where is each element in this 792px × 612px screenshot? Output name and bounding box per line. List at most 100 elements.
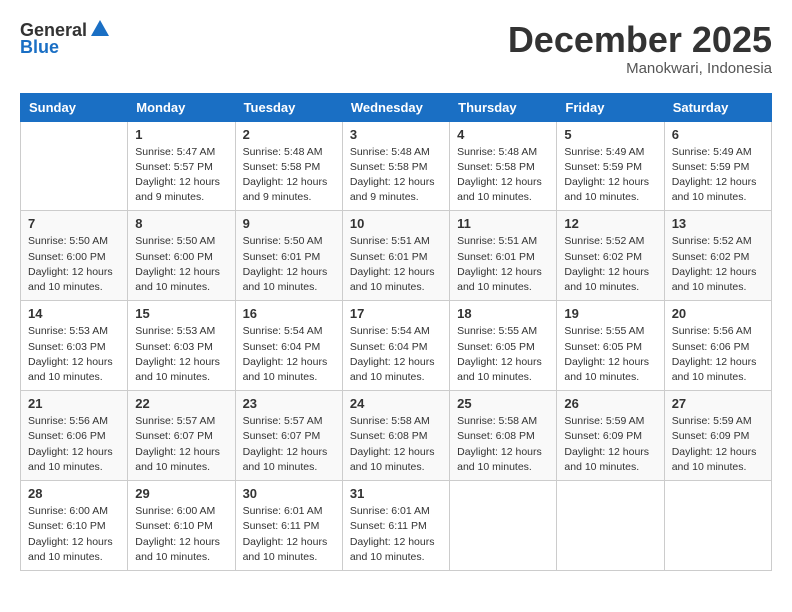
day-info: Sunrise: 5:48 AMSunset: 5:58 PMDaylight:… — [457, 145, 549, 206]
day-number: 8 — [135, 216, 227, 231]
day-info: Sunrise: 5:59 AMSunset: 6:09 PMDaylight:… — [672, 414, 764, 475]
day-info: Sunrise: 5:55 AMSunset: 6:05 PMDaylight:… — [564, 324, 656, 385]
weekday-header-monday: Monday — [128, 93, 235, 121]
day-number: 17 — [350, 306, 442, 321]
calendar-cell: 24 Sunrise: 5:58 AMSunset: 6:08 PMDayligh… — [342, 391, 449, 481]
calendar-cell: 30 Sunrise: 6:01 AMSunset: 6:11 PMDayligh… — [235, 481, 342, 571]
calendar-cell: 1 Sunrise: 5:47 AMSunset: 5:57 PMDaylight… — [128, 121, 235, 211]
calendar-cell: 28 Sunrise: 6:00 AMSunset: 6:10 PMDayligh… — [21, 481, 128, 571]
day-info: Sunrise: 5:51 AMSunset: 6:01 PMDaylight:… — [350, 234, 442, 295]
calendar-header-row: SundayMondayTuesdayWednesdayThursdayFrid… — [21, 93, 772, 121]
day-info: Sunrise: 5:58 AMSunset: 6:08 PMDaylight:… — [457, 414, 549, 475]
day-number: 24 — [350, 396, 442, 411]
calendar-cell: 19 Sunrise: 5:55 AMSunset: 6:05 PMDayligh… — [557, 301, 664, 391]
day-info: Sunrise: 5:48 AMSunset: 5:58 PMDaylight:… — [350, 145, 442, 206]
calendar-cell — [664, 481, 771, 571]
day-number: 23 — [243, 396, 335, 411]
day-info: Sunrise: 6:00 AMSunset: 6:10 PMDaylight:… — [28, 504, 120, 565]
day-number: 11 — [457, 216, 549, 231]
day-info: Sunrise: 5:54 AMSunset: 6:04 PMDaylight:… — [243, 324, 335, 385]
day-number: 25 — [457, 396, 549, 411]
day-number: 3 — [350, 127, 442, 142]
day-number: 18 — [457, 306, 549, 321]
page-header: General Blue December 2025 Manokwari, In… — [20, 20, 772, 77]
day-number: 30 — [243, 486, 335, 501]
day-info: Sunrise: 5:53 AMSunset: 6:03 PMDaylight:… — [135, 324, 227, 385]
day-number: 22 — [135, 396, 227, 411]
day-number: 5 — [564, 127, 656, 142]
calendar-cell — [557, 481, 664, 571]
calendar-cell: 6 Sunrise: 5:49 AMSunset: 5:59 PMDaylight… — [664, 121, 771, 211]
day-number: 6 — [672, 127, 764, 142]
day-number: 27 — [672, 396, 764, 411]
day-info: Sunrise: 5:52 AMSunset: 6:02 PMDaylight:… — [672, 234, 764, 295]
calendar-cell: 9Sunrise: 5:50 AMSunset: 6:01 PMDaylight… — [235, 211, 342, 301]
calendar-cell: 4 Sunrise: 5:48 AMSunset: 5:58 PMDaylight… — [450, 121, 557, 211]
calendar-cell: 11Sunrise: 5:51 AMSunset: 6:01 PMDayligh… — [450, 211, 557, 301]
day-number: 2 — [243, 127, 335, 142]
day-info: Sunrise: 5:50 AMSunset: 6:00 PMDaylight:… — [135, 234, 227, 295]
day-info: Sunrise: 5:53 AMSunset: 6:03 PMDaylight:… — [28, 324, 120, 385]
calendar-cell — [450, 481, 557, 571]
day-number: 9 — [243, 216, 335, 231]
calendar-cell: 31 Sunrise: 6:01 AMSunset: 6:11 PMDayligh… — [342, 481, 449, 571]
weekday-header-wednesday: Wednesday — [342, 93, 449, 121]
day-number: 12 — [564, 216, 656, 231]
calendar-cell: 15 Sunrise: 5:53 AMSunset: 6:03 PMDayligh… — [128, 301, 235, 391]
calendar-cell: 13 Sunrise: 5:52 AMSunset: 6:02 PMDayligh… — [664, 211, 771, 301]
calendar-table: SundayMondayTuesdayWednesdayThursdayFrid… — [20, 93, 772, 571]
day-info: Sunrise: 5:48 AMSunset: 5:58 PMDaylight:… — [243, 145, 335, 206]
logo: General Blue — [20, 20, 111, 58]
calendar-cell: 29Sunrise: 6:00 AMSunset: 6:10 PMDayligh… — [128, 481, 235, 571]
calendar-cell: 8 Sunrise: 5:50 AMSunset: 6:00 PMDaylight… — [128, 211, 235, 301]
day-number: 28 — [28, 486, 120, 501]
logo-icon — [89, 18, 111, 40]
day-number: 16 — [243, 306, 335, 321]
day-number: 10 — [350, 216, 442, 231]
weekday-header-sunday: Sunday — [21, 93, 128, 121]
day-number: 7 — [28, 216, 120, 231]
weekday-header-thursday: Thursday — [450, 93, 557, 121]
day-number: 31 — [350, 486, 442, 501]
day-info: Sunrise: 5:49 AMSunset: 5:59 PMDaylight:… — [564, 145, 656, 206]
calendar-cell: 10 Sunrise: 5:51 AMSunset: 6:01 PMDayligh… — [342, 211, 449, 301]
day-number: 1 — [135, 127, 227, 142]
day-info: Sunrise: 5:47 AMSunset: 5:57 PMDaylight:… — [135, 145, 227, 206]
calendar-cell: 7 Sunrise: 5:50 AMSunset: 6:00 PMDaylight… — [21, 211, 128, 301]
calendar-cell: 23 Sunrise: 5:57 AMSunset: 6:07 PMDayligh… — [235, 391, 342, 481]
day-info: Sunrise: 5:57 AMSunset: 6:07 PMDaylight:… — [243, 414, 335, 475]
calendar-cell: 25 Sunrise: 5:58 AMSunset: 6:08 PMDayligh… — [450, 391, 557, 481]
day-info: Sunrise: 5:50 AMSunset: 6:00 PMDaylight:… — [28, 234, 120, 295]
calendar-cell: 20 Sunrise: 5:56 AMSunset: 6:06 PMDayligh… — [664, 301, 771, 391]
calendar-cell: 21Sunrise: 5:56 AMSunset: 6:06 PMDayligh… — [21, 391, 128, 481]
weekday-header-saturday: Saturday — [664, 93, 771, 121]
day-info: Sunrise: 5:58 AMSunset: 6:08 PMDaylight:… — [350, 414, 442, 475]
calendar-cell: 5 Sunrise: 5:49 AMSunset: 5:59 PMDaylight… — [557, 121, 664, 211]
day-info: Sunrise: 5:52 AMSunset: 6:02 PMDaylight:… — [564, 234, 656, 295]
day-info: Sunrise: 6:00 AMSunset: 6:10 PMDaylight:… — [135, 504, 227, 565]
calendar-cell: 26 Sunrise: 5:59 AMSunset: 6:09 PMDayligh… — [557, 391, 664, 481]
day-info: Sunrise: 6:01 AMSunset: 6:11 PMDaylight:… — [350, 504, 442, 565]
day-number: 19 — [564, 306, 656, 321]
calendar-week-1: 1 Sunrise: 5:47 AMSunset: 5:57 PMDaylight… — [21, 121, 772, 211]
day-info: Sunrise: 5:55 AMSunset: 6:05 PMDaylight:… — [457, 324, 549, 385]
calendar-week-2: 7 Sunrise: 5:50 AMSunset: 6:00 PMDaylight… — [21, 211, 772, 301]
day-number: 13 — [672, 216, 764, 231]
day-number: 26 — [564, 396, 656, 411]
weekday-header-friday: Friday — [557, 93, 664, 121]
calendar-cell: 2 Sunrise: 5:48 AMSunset: 5:58 PMDaylight… — [235, 121, 342, 211]
day-info: Sunrise: 5:49 AMSunset: 5:59 PMDaylight:… — [672, 145, 764, 206]
location-subtitle: Manokwari, Indonesia — [508, 60, 772, 77]
day-info: Sunrise: 5:56 AMSunset: 6:06 PMDaylight:… — [672, 324, 764, 385]
day-number: 20 — [672, 306, 764, 321]
day-info: Sunrise: 5:59 AMSunset: 6:09 PMDaylight:… — [564, 414, 656, 475]
day-number: 15 — [135, 306, 227, 321]
calendar-cell: 18 Sunrise: 5:55 AMSunset: 6:05 PMDayligh… — [450, 301, 557, 391]
day-info: Sunrise: 6:01 AMSunset: 6:11 PMDaylight:… — [243, 504, 335, 565]
calendar-week-4: 21Sunrise: 5:56 AMSunset: 6:06 PMDayligh… — [21, 391, 772, 481]
calendar-cell: 17Sunrise: 5:54 AMSunset: 6:04 PMDayligh… — [342, 301, 449, 391]
day-number: 4 — [457, 127, 549, 142]
calendar-cell: 14Sunrise: 5:53 AMSunset: 6:03 PMDayligh… — [21, 301, 128, 391]
calendar-cell: 27 Sunrise: 5:59 AMSunset: 6:09 PMDayligh… — [664, 391, 771, 481]
calendar-cell: 16 Sunrise: 5:54 AMSunset: 6:04 PMDayligh… — [235, 301, 342, 391]
